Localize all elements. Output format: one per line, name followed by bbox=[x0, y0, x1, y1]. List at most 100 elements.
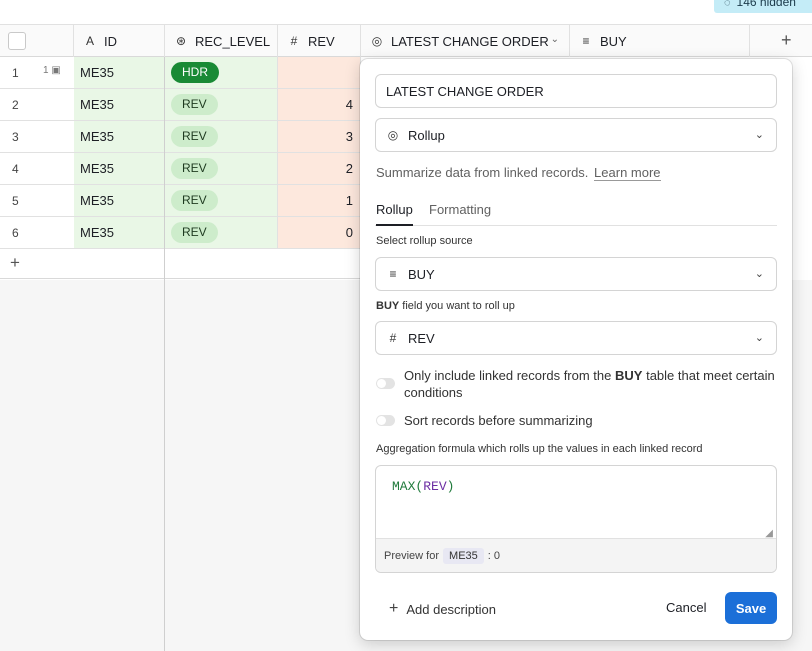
row-number: 2 bbox=[12, 97, 19, 112]
rev-cell[interactable]: 1 bbox=[278, 185, 361, 216]
row-number: 4 bbox=[12, 161, 19, 176]
field-type-value: Rollup bbox=[408, 127, 445, 143]
chevron-down-icon: ⌄ bbox=[754, 129, 764, 141]
rec-level-pill: REV bbox=[171, 94, 218, 115]
id-cell[interactable]: ME35 bbox=[74, 89, 165, 120]
number-field-icon: # bbox=[290, 34, 298, 48]
row-number: 1 bbox=[12, 65, 19, 80]
toggle1-table-name: BUY bbox=[615, 368, 643, 383]
row-number: 6 bbox=[12, 225, 19, 240]
rec-level-pill: REV bbox=[171, 126, 218, 147]
toggle1-text-pre: Only include linked records from the bbox=[404, 368, 612, 383]
rec-level-cell[interactable]: HDR bbox=[165, 57, 278, 88]
save-button[interactable]: Save bbox=[725, 592, 777, 624]
add-field-cell: + bbox=[750, 25, 812, 57]
rollup-icon: ◎ bbox=[371, 34, 383, 48]
description-text: Summarize data from linked records. bbox=[376, 165, 589, 180]
comment-count-icon[interactable]: 1 ▣ bbox=[43, 65, 61, 76]
rollup-field-label-table: BUY bbox=[376, 300, 400, 312]
id-cell[interactable]: ME35 bbox=[74, 185, 165, 216]
rec-level-pill: HDR bbox=[171, 62, 219, 83]
chevron-down-icon: ⌄ bbox=[754, 332, 764, 344]
rollup-source-label: Select rollup source bbox=[376, 235, 473, 247]
rollup-field-select[interactable]: # REV ⌄ bbox=[375, 321, 777, 355]
column-header-id[interactable]: A ID bbox=[74, 25, 165, 57]
comment-count: 1 bbox=[43, 65, 49, 76]
filter-linked-records-toggle[interactable] bbox=[376, 378, 395, 389]
select-all-cell bbox=[0, 25, 74, 57]
id-cell[interactable]: ME35 bbox=[74, 121, 165, 152]
rollup-field-label: BUY field you want to roll up bbox=[376, 300, 515, 312]
add-description-button[interactable]: + Add description bbox=[389, 600, 496, 618]
learn-more-link[interactable]: Learn more bbox=[594, 165, 661, 181]
top-bar: ◌ 146 hidden bbox=[0, 0, 812, 24]
id-cell[interactable]: ME35 bbox=[74, 217, 165, 248]
rec-level-pill: REV bbox=[171, 222, 218, 243]
tab-rollup[interactable]: Rollup bbox=[376, 202, 413, 226]
rec-level-cell[interactable]: REV bbox=[165, 121, 278, 152]
table-row[interactable]: 5 ME35 REV 1 bbox=[0, 185, 361, 217]
text-field-icon: A bbox=[85, 34, 94, 48]
config-tabs: Rollup Formatting bbox=[375, 202, 777, 226]
rec-level-cell[interactable]: REV bbox=[165, 185, 278, 216]
aggregation-formula-editor[interactable]: MAX(REV) ◢ Preview for ME35 : 0 bbox=[375, 465, 777, 573]
table-row[interactable]: 3 ME35 REV 3 bbox=[0, 121, 361, 153]
formula-argument: REV bbox=[423, 479, 447, 494]
preview-record-chip[interactable]: ME35 bbox=[443, 548, 484, 564]
formula-preview: Preview for ME35 : 0 bbox=[376, 538, 776, 572]
rev-cell[interactable]: 3 bbox=[278, 121, 361, 152]
rev-cell[interactable]: 0 bbox=[278, 217, 361, 248]
plus-icon: + bbox=[389, 600, 399, 617]
id-cell[interactable]: ME35 bbox=[74, 153, 165, 184]
rollup-source-select[interactable]: ≡ BUY ⌄ bbox=[375, 257, 777, 291]
rev-cell[interactable] bbox=[278, 57, 361, 88]
hidden-fields-count: 146 hidden bbox=[736, 0, 796, 9]
column-header-rev[interactable]: # REV bbox=[278, 25, 361, 57]
rollup-field-value: REV bbox=[408, 330, 435, 346]
linked-record-icon: ≡ bbox=[582, 34, 590, 48]
add-record-row[interactable]: + bbox=[0, 248, 361, 279]
rev-cell[interactable]: 2 bbox=[278, 153, 361, 184]
rec-level-cell[interactable]: REV bbox=[165, 217, 278, 248]
sort-records-toggle[interactable] bbox=[376, 415, 395, 426]
row-number: 3 bbox=[12, 129, 19, 144]
chevron-down-icon[interactable]: ⌄ bbox=[551, 34, 559, 45]
table-row[interactable]: 4 ME35 REV 2 bbox=[0, 153, 361, 185]
column-header-label: BUY bbox=[600, 33, 627, 49]
rev-cell[interactable]: 4 bbox=[278, 89, 361, 120]
column-header-buy[interactable]: ≡ BUY bbox=[570, 25, 750, 57]
id-cell[interactable]: ME35 bbox=[74, 57, 165, 88]
preview-label: Preview for bbox=[384, 550, 440, 562]
preview-value: : 0 bbox=[487, 550, 501, 562]
table-row[interactable]: 2 ME35 REV 4 bbox=[0, 89, 361, 121]
column-header-label: REC_LEVEL bbox=[195, 33, 271, 49]
select-all-checkbox[interactable] bbox=[8, 32, 26, 50]
rec-level-cell[interactable]: REV bbox=[165, 89, 278, 120]
row-number: 5 bbox=[12, 193, 19, 208]
sort-records-label: Sort records before summarizing bbox=[404, 413, 593, 428]
row-number-cell: 3 bbox=[0, 121, 74, 152]
tab-formatting[interactable]: Formatting bbox=[429, 202, 491, 226]
table-row[interactable]: 6 ME35 REV 0 bbox=[0, 217, 361, 249]
formula-text[interactable]: MAX(REV) bbox=[392, 479, 454, 494]
column-header-latest-change-order[interactable]: ◎ LATEST CHANGE ORDER ⌄ bbox=[361, 25, 570, 57]
rec-level-cell[interactable]: REV bbox=[165, 153, 278, 184]
eye-slash-icon: ◌ bbox=[724, 0, 731, 9]
column-header-label: ID bbox=[104, 33, 117, 49]
field-type-select[interactable]: ◎ Rollup ⌄ bbox=[375, 118, 777, 152]
column-header-rec-level[interactable]: ⊛ REC_LEVEL bbox=[165, 25, 278, 57]
field-name-input[interactable] bbox=[375, 74, 777, 108]
formula-close-paren: ) bbox=[446, 479, 455, 494]
add-record-plus-icon[interactable]: + bbox=[10, 253, 20, 273]
add-field-plus-icon[interactable]: + bbox=[781, 30, 792, 51]
rec-level-pill: REV bbox=[171, 190, 218, 211]
column-header-label: LATEST CHANGE ORDER bbox=[391, 33, 549, 49]
frozen-column-divider[interactable] bbox=[164, 57, 165, 651]
number-field-icon: # bbox=[389, 331, 397, 345]
cancel-button[interactable]: Cancel bbox=[666, 600, 706, 615]
linked-record-icon: ≡ bbox=[389, 267, 397, 281]
hidden-fields-button[interactable]: ◌ 146 hidden bbox=[714, 0, 812, 13]
table-row[interactable]: 11 ▣ ME35 HDR bbox=[0, 57, 361, 89]
filter-linked-records-label: Only include linked records from the BUY… bbox=[404, 367, 782, 401]
rollup-icon: ◎ bbox=[387, 128, 399, 142]
